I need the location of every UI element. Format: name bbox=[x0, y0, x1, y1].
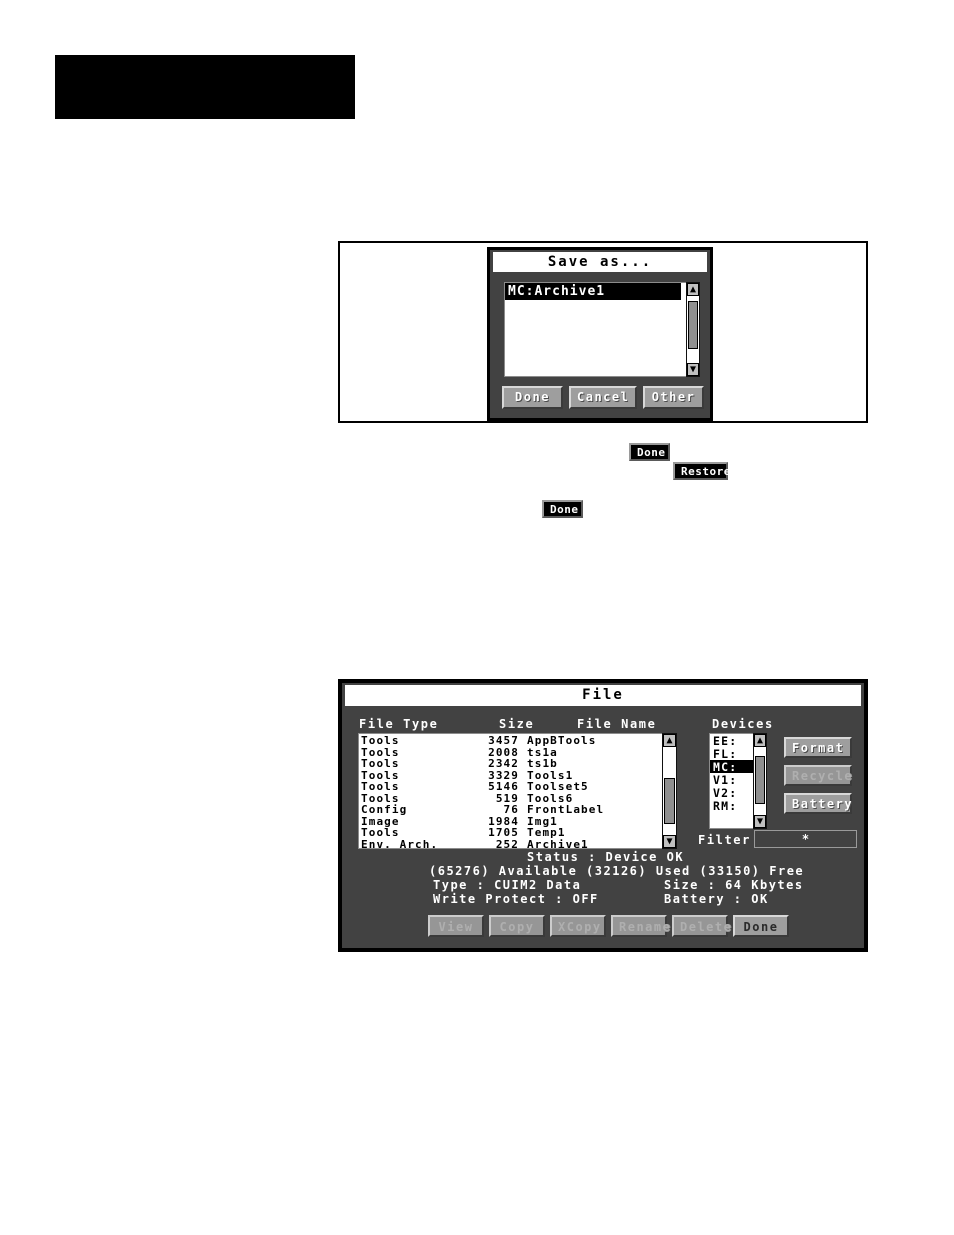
scroll-up-arrow-icon[interactable]: ▲ bbox=[687, 283, 699, 296]
file-type-cell: Env. Arch. bbox=[361, 837, 439, 849]
file-name-cell: Archive1 bbox=[527, 837, 589, 849]
save-as-button-row: Done Cancel Other bbox=[502, 386, 704, 409]
scroll-down-arrow-icon[interactable]: ▼ bbox=[663, 835, 676, 848]
file-list[interactable]: Tools 3457 AppBTools Tools 2008 ts1a Tools 2342… bbox=[358, 733, 676, 849]
filter-input[interactable]: * bbox=[754, 830, 857, 848]
devices-list-scrollbar[interactable]: ▲ ▼ bbox=[753, 733, 767, 829]
column-header-file-name: File Name bbox=[577, 717, 657, 731]
save-as-title: Save as... bbox=[493, 252, 707, 272]
save-as-done-button[interactable]: Done bbox=[502, 386, 563, 409]
column-header-devices: Devices bbox=[712, 717, 774, 731]
status-line: Status : Device OK bbox=[527, 850, 685, 864]
filter-label: Filter bbox=[698, 833, 751, 847]
inline-done-button-2[interactable]: Done bbox=[542, 500, 583, 518]
delete-button[interactable]: Delete bbox=[672, 915, 731, 937]
column-header-size: Size bbox=[499, 717, 535, 731]
file-list-row[interactable]: Tools 5146 Toolset5 bbox=[359, 780, 675, 793]
save-as-dialog: Save as... MC:Archive1 ▲ ▼ Done Cancel O… bbox=[487, 247, 713, 421]
file-screen-title: File bbox=[345, 685, 861, 706]
file-list-scrollbar[interactable]: ▲ ▼ bbox=[662, 733, 677, 849]
save-as-other-button[interactable]: Other bbox=[643, 386, 704, 409]
file-list-row[interactable]: Tools 3457 AppBTools bbox=[359, 734, 675, 747]
file-action-button-row: View Copy XCopy Rename Delete Done bbox=[428, 915, 789, 937]
header-black-bar bbox=[55, 55, 355, 119]
copy-button[interactable]: Copy bbox=[489, 915, 545, 937]
file-list-row[interactable]: Tools 2008 ts1a bbox=[359, 746, 675, 759]
format-button[interactable]: Format bbox=[784, 737, 852, 758]
file-list-row[interactable]: Tools 3329 Tools1 bbox=[359, 769, 675, 782]
inline-restore-button[interactable]: Restore bbox=[673, 462, 730, 480]
battery-line: Battery : OK bbox=[664, 892, 769, 906]
memory-line: (65276) Available (32126) Used (33150) F… bbox=[429, 864, 805, 878]
scroll-up-arrow-icon[interactable]: ▲ bbox=[663, 734, 676, 747]
write-protect-line: Write Protect : OFF bbox=[433, 892, 599, 906]
scroll-down-arrow-icon[interactable]: ▼ bbox=[687, 363, 699, 376]
figure-save-as-screen: Save as... MC:Archive1 ▲ ▼ Done Cancel O… bbox=[338, 241, 868, 423]
view-button[interactable]: View bbox=[428, 915, 484, 937]
scrollbar-thumb[interactable] bbox=[688, 301, 698, 349]
recycle-button[interactable]: Recycle bbox=[784, 765, 852, 786]
save-as-scrollbar[interactable]: ▲ ▼ bbox=[686, 282, 700, 377]
file-list-row[interactable]: Tools 519 Tools6 bbox=[359, 792, 675, 805]
file-list-row[interactable]: Image 1984 Img1 bbox=[359, 815, 675, 828]
size-line: Size : 64 Kbytes bbox=[664, 878, 804, 892]
file-list-row[interactable]: Tools 2342 ts1b bbox=[359, 757, 675, 770]
file-done-button[interactable]: Done bbox=[733, 915, 789, 937]
scroll-up-arrow-icon[interactable]: ▲ bbox=[754, 734, 766, 747]
file-list-row[interactable]: Config 76 FrontLabel bbox=[359, 803, 675, 816]
list-item-selected[interactable]: MC:Archive1 bbox=[505, 283, 681, 300]
rename-button[interactable]: Rename bbox=[611, 915, 670, 937]
file-size-cell: 252 bbox=[495, 837, 519, 849]
figure-file-screen: File File Type Size File Name Devices To… bbox=[338, 679, 868, 952]
scroll-down-arrow-icon[interactable]: ▼ bbox=[754, 815, 766, 828]
file-list-row[interactable]: Env. Arch. 252 Archive1 bbox=[359, 837, 675, 849]
xcopy-button[interactable]: XCopy bbox=[550, 915, 606, 937]
save-as-file-list[interactable]: MC:Archive1 bbox=[504, 282, 700, 377]
scrollbar-thumb[interactable] bbox=[664, 778, 675, 824]
type-line: Type : CUIM2 Data bbox=[433, 878, 582, 892]
save-as-cancel-button[interactable]: Cancel bbox=[569, 386, 637, 409]
battery-button[interactable]: Battery bbox=[784, 793, 852, 814]
scrollbar-thumb[interactable] bbox=[755, 756, 765, 804]
column-header-file-type: File Type bbox=[359, 717, 439, 731]
inline-done-button-1[interactable]: Done bbox=[629, 443, 670, 461]
file-list-row[interactable]: Tools 1705 Temp1 bbox=[359, 826, 675, 839]
